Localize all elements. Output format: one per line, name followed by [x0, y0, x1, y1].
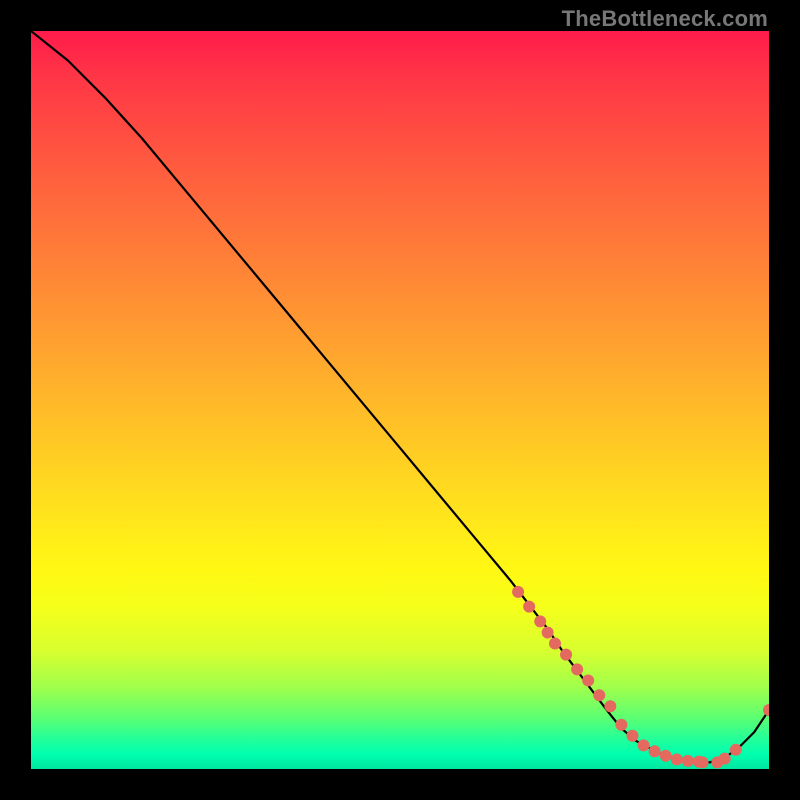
- marker-dot: [671, 753, 683, 765]
- marker-dot: [638, 739, 650, 751]
- marker-dot: [660, 750, 672, 762]
- marker-dot: [549, 638, 561, 650]
- marker-dot: [512, 586, 524, 598]
- plot-area: [31, 31, 769, 769]
- marker-dot: [682, 755, 694, 767]
- marker-dot: [593, 689, 605, 701]
- marker-dot: [649, 745, 661, 757]
- watermark-text: TheBottleneck.com: [562, 6, 768, 32]
- marker-dot: [697, 756, 709, 768]
- marker-dot: [763, 704, 769, 716]
- marker-dot: [604, 700, 616, 712]
- curve-line: [31, 31, 769, 762]
- chart-svg: [31, 31, 769, 769]
- marker-dot: [560, 649, 572, 661]
- marker-dot: [719, 753, 731, 765]
- marker-dot: [523, 601, 535, 613]
- marker-dot: [626, 730, 638, 742]
- marker-dots: [512, 586, 769, 768]
- marker-dot: [534, 615, 546, 627]
- marker-dot: [571, 663, 583, 675]
- chart-frame: TheBottleneck.com: [0, 0, 800, 800]
- marker-dot: [730, 744, 742, 756]
- marker-dot: [542, 626, 554, 638]
- marker-dot: [582, 674, 594, 686]
- marker-dot: [615, 719, 627, 731]
